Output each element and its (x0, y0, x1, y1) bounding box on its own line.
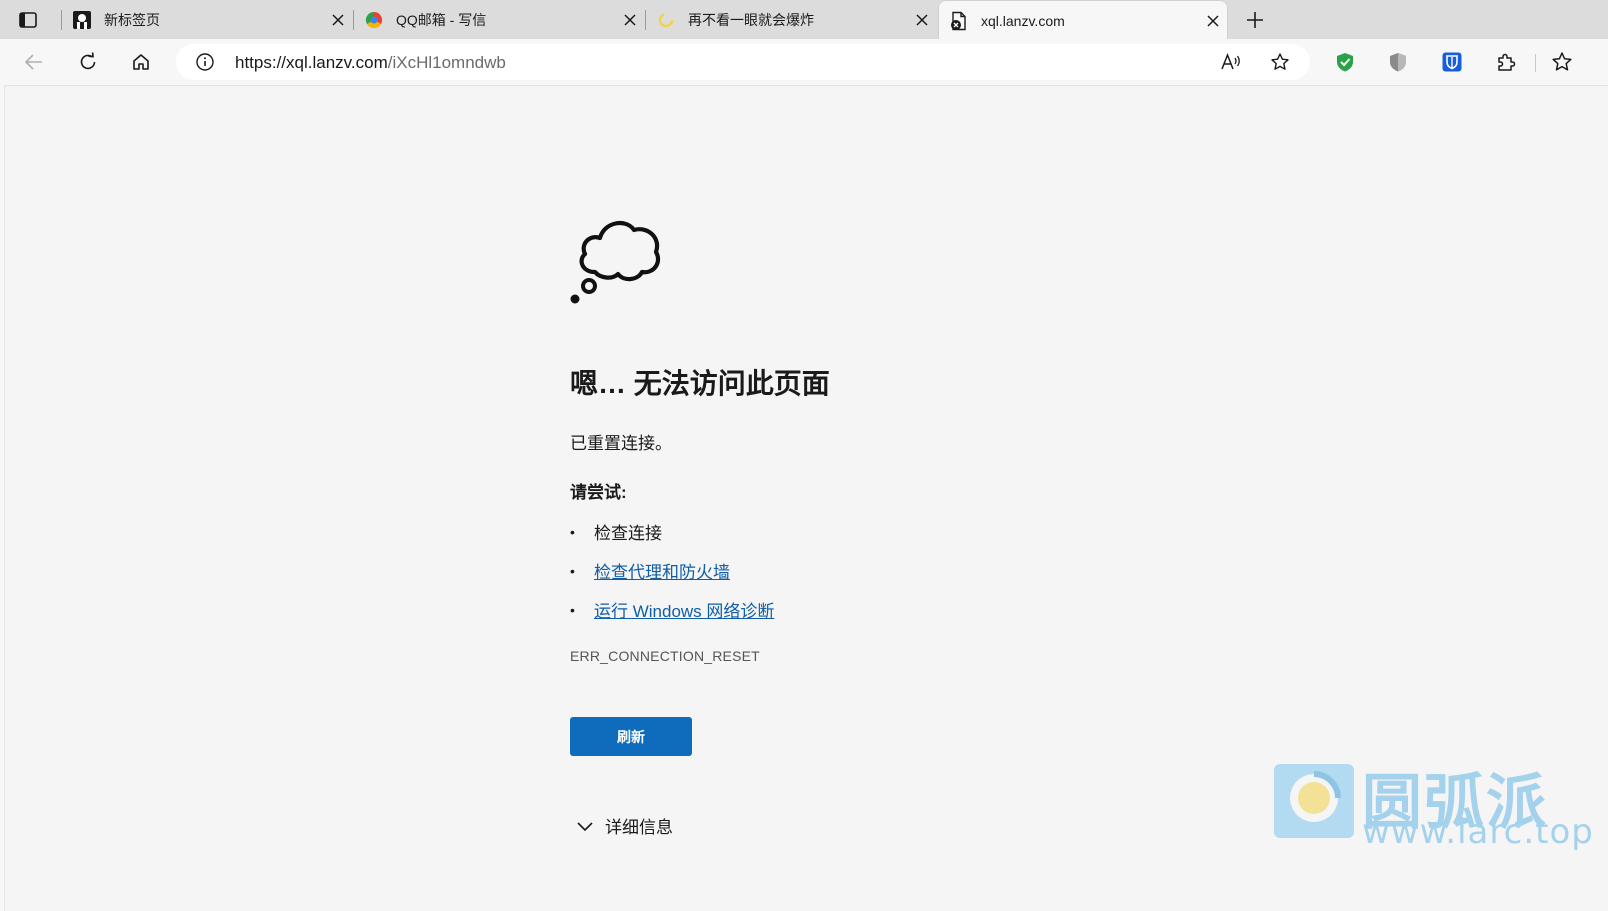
try-label: 请尝试: (570, 483, 627, 502)
suggestion-check-connection: • 检查连接 (570, 519, 662, 544)
suggestion-text: 检查连接 (594, 524, 662, 543)
url-host: https://xql.lanzv.com (235, 53, 388, 72)
vertical-tabs-icon (19, 12, 37, 28)
watermark-logo-icon (1274, 764, 1354, 838)
star-icon (1271, 53, 1289, 70)
back-arrow-icon (24, 54, 42, 70)
address-bar[interactable]: https://xql.lanzv.com/iXcHl1omndwb (176, 44, 1310, 80)
privacy-extension-button[interactable] (1382, 46, 1414, 78)
tab-new-tab[interactable]: 新标签页 (62, 0, 352, 39)
toolbar-separator (1535, 54, 1536, 72)
browser-toolbar: https://xql.lanzv.com/iXcHl1omndwb (0, 39, 1608, 85)
home-icon (133, 54, 149, 70)
tab-xql-lanzv[interactable]: xql.lanzv.com (938, 0, 1228, 40)
read-aloud-icon (1221, 52, 1240, 70)
qq-mail-favicon-icon (364, 10, 384, 30)
favorite-button[interactable] (1264, 46, 1296, 78)
tab-title: 新标签页 (104, 11, 160, 28)
tab-strip: 新标签页 QQ邮箱 - 写信 再不看一眼就会爆炸 xql.lanzv.com (0, 0, 1608, 40)
details-toggle[interactable]: 详细信息 (574, 813, 673, 838)
favorites-star-icon (1552, 52, 1572, 71)
bitwarden-icon (1442, 52, 1462, 72)
details-label: 详细信息 (605, 818, 673, 837)
error-description: 已重置连接。 (570, 434, 672, 453)
url-text[interactable]: https://xql.lanzv.com/iXcHl1omndwb (235, 53, 506, 73)
suggestion-proxy-firewall: • 检查代理和防火墙 (570, 558, 730, 583)
site-info-icon[interactable] (194, 51, 216, 73)
close-tab-icon[interactable] (1203, 11, 1223, 31)
close-tab-icon[interactable] (620, 10, 640, 30)
tab-title: 再不看一眼就会爆炸 (688, 11, 814, 28)
plus-icon (1247, 12, 1263, 28)
extensions-button[interactable] (1490, 46, 1522, 78)
error-title: 嗯… 无法访问此页面 (570, 368, 830, 399)
green-shield-icon (1337, 53, 1353, 72)
loading-favicon-icon (656, 10, 676, 30)
tab-qq-mail[interactable]: QQ邮箱 - 写信 (354, 0, 644, 39)
thought-cloud-icon (570, 220, 661, 304)
close-tab-icon[interactable] (328, 10, 348, 30)
tab-actions-button[interactable] (10, 6, 46, 34)
bullet: • (570, 562, 575, 579)
favorites-hub-button[interactable] (1546, 46, 1578, 78)
home-button[interactable] (125, 46, 157, 78)
bullet: • (570, 601, 575, 618)
bitwarden-extension-button[interactable] (1436, 46, 1468, 78)
error-code: ERR_CONNECTION_RESET (570, 648, 760, 664)
profile-favicon-icon (72, 10, 92, 30)
read-aloud-button[interactable] (1215, 46, 1247, 78)
watermark: 圆弧派 www.iarc.top (1270, 758, 1593, 852)
refresh-toolbar-button[interactable] (72, 46, 104, 78)
refresh-icon (80, 52, 96, 70)
tab-loading[interactable]: 再不看一眼就会爆炸 (646, 0, 936, 39)
watermark-url: www.iarc.top (1362, 812, 1594, 852)
grey-shield-icon (1390, 53, 1406, 72)
puzzle-icon (1498, 53, 1516, 71)
bullet: • (570, 523, 575, 540)
back-button[interactable] (18, 46, 50, 78)
new-tab-button[interactable] (1240, 6, 1270, 34)
tab-title: QQ邮箱 - 写信 (396, 11, 487, 28)
url-path: /iXcHl1omndwb (387, 53, 506, 72)
adguard-extension-button[interactable] (1329, 46, 1361, 78)
error-page-favicon-icon (949, 11, 969, 31)
chevron-down-icon (574, 815, 596, 837)
network-diagnostics-link[interactable]: 运行 Windows 网络诊断 (594, 597, 774, 622)
tab-title: xql.lanzv.com (981, 12, 1065, 29)
close-tab-icon[interactable] (912, 10, 932, 30)
refresh-button[interactable]: 刷新 (570, 717, 692, 756)
check-proxy-firewall-link[interactable]: 检查代理和防火墙 (594, 558, 730, 583)
suggestion-network-diagnostics: • 运行 Windows 网络诊断 (570, 597, 774, 622)
